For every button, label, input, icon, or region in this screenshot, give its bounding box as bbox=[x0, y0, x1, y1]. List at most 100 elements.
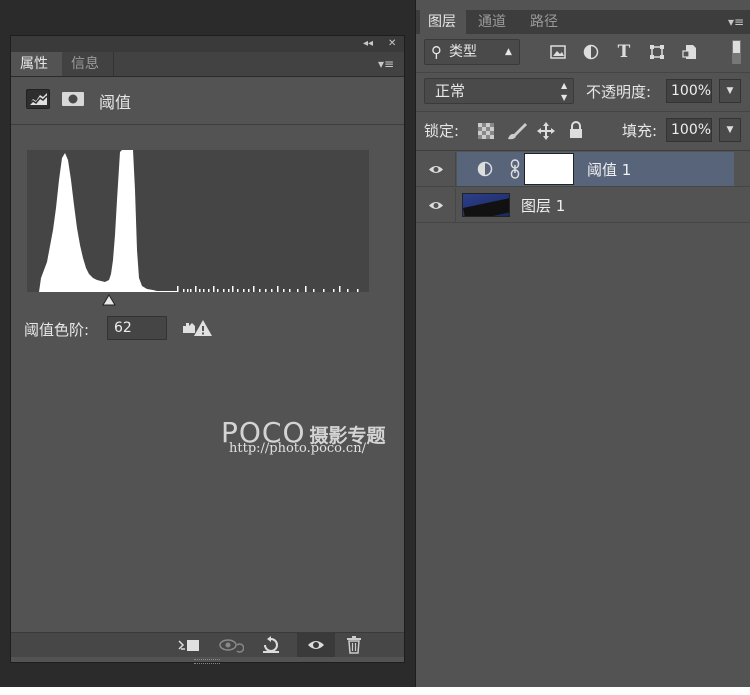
layer-filter-bar: ⚲ 类型 ▲ T bbox=[416, 34, 750, 73]
histogram-shape bbox=[39, 150, 177, 292]
tab-paths[interactable]: 路径 bbox=[522, 10, 572, 34]
updown-arrow-icon: ▲ bbox=[505, 47, 512, 57]
opacity-label: 不透明度: bbox=[586, 83, 652, 101]
layer-row[interactable]: 阈值 1 bbox=[416, 152, 750, 187]
blend-bar: 正常 ▲ ▼ 不透明度: 100% ▼ bbox=[416, 73, 750, 112]
fill-input[interactable]: 100% bbox=[666, 118, 712, 142]
close-panel-button[interactable]: ✕ bbox=[388, 36, 396, 52]
properties-footer bbox=[11, 632, 404, 657]
layer-mask-icon[interactable] bbox=[61, 89, 85, 109]
panel-dock-edge bbox=[735, 0, 750, 687]
blend-mode-select[interactable]: 正常 ▲ ▼ bbox=[424, 78, 574, 104]
histogram-speckle bbox=[313, 289, 315, 292]
layers-panel: 图层 通道 路径 ▾≡ ⚲ 类型 ▲ T 正常 ▲ ▼ 不透明度: 100% ▼… bbox=[415, 0, 750, 687]
lock-all-icon[interactable] bbox=[568, 121, 584, 143]
histogram-speckle bbox=[277, 286, 279, 292]
layer-visibility-toggle[interactable] bbox=[416, 188, 456, 222]
watermark-url: http://photo.poco.cn/ bbox=[229, 441, 366, 456]
histogram-speckle bbox=[232, 286, 234, 292]
compute-histogram-warning-icon[interactable] bbox=[181, 319, 213, 341]
histogram-speckle bbox=[347, 289, 349, 292]
adjustment-title: 阈值 bbox=[99, 93, 132, 112]
layer-image-thumbnail[interactable] bbox=[462, 193, 510, 217]
reset-adjustment-button[interactable] bbox=[256, 633, 286, 657]
histogram bbox=[27, 150, 369, 292]
filter-type-icon[interactable]: T bbox=[614, 42, 634, 62]
lock-label: 锁定: bbox=[424, 122, 460, 140]
view-previous-state-button[interactable] bbox=[216, 633, 246, 657]
photoshop-workspace: ◂◂ ✕ 属性 信息 ▾≡ 阈值 阈值色阶: 62 POCO 摄影专题 http… bbox=[0, 0, 750, 687]
histogram-speckle bbox=[289, 289, 291, 292]
properties-tabbar: 属性 信息 ▾≡ bbox=[11, 52, 404, 77]
histogram-speckle bbox=[339, 286, 341, 292]
layer-name: 图层 1 bbox=[521, 197, 566, 215]
histogram-speckle bbox=[259, 289, 261, 292]
histogram-speckle bbox=[333, 289, 335, 292]
histogram-speckle bbox=[213, 286, 215, 292]
layer-main-area[interactable]: 阈值 1 bbox=[457, 152, 734, 186]
layers-tabbar: 图层 通道 路径 ▾≡ bbox=[416, 10, 750, 34]
histogram-speckle bbox=[323, 289, 325, 292]
histogram-speckle bbox=[195, 286, 197, 292]
histogram-speckle bbox=[237, 289, 239, 292]
updown-arrow-icon: ▲ ▼ bbox=[561, 81, 568, 102]
fill-label: 填充: bbox=[622, 122, 658, 140]
histogram-speckle bbox=[265, 289, 267, 292]
histogram-speckle bbox=[357, 289, 359, 292]
chain-link-icon bbox=[510, 159, 520, 179]
histogram-speckle bbox=[243, 289, 245, 292]
adjustment-layer-icon[interactable] bbox=[26, 89, 50, 109]
lock-image-pixels-icon[interactable] bbox=[506, 121, 528, 145]
layer-row[interactable]: 图层 1 bbox=[416, 188, 750, 223]
histogram-speckle bbox=[297, 289, 299, 292]
lock-position-icon[interactable] bbox=[536, 121, 556, 145]
filter-pixel-icon[interactable] bbox=[548, 43, 568, 61]
histogram-speckle bbox=[177, 286, 179, 292]
threshold-level-input[interactable] bbox=[107, 316, 167, 340]
tab-layers[interactable]: 图层 bbox=[420, 10, 466, 34]
layer-name: 阈值 1 bbox=[587, 161, 632, 179]
properties-panel: ◂◂ ✕ 属性 信息 ▾≡ 阈值 阈值色阶: 62 POCO 摄影专题 http… bbox=[10, 35, 405, 664]
filter-kind-select[interactable]: ⚲ 类型 ▲ bbox=[424, 39, 520, 65]
lock-bar: 锁定: 填充: 100% ▼ bbox=[416, 112, 750, 151]
tab-properties[interactable]: 属性 bbox=[11, 52, 62, 76]
filter-smart-object-icon[interactable] bbox=[680, 43, 700, 61]
threshold-level-label: 阈值色阶: bbox=[24, 321, 90, 339]
histogram-speckle bbox=[208, 289, 210, 292]
search-icon: ⚲ bbox=[431, 43, 442, 61]
panel-menu-icon[interactable]: ▾≡ bbox=[378, 57, 394, 71]
histogram-speckle bbox=[283, 289, 285, 292]
histogram-speckle bbox=[217, 289, 219, 292]
tab-channels[interactable]: 通道 bbox=[470, 10, 520, 34]
opacity-input[interactable]: 100% bbox=[666, 79, 712, 103]
filter-adjustment-icon[interactable] bbox=[581, 43, 601, 61]
histogram-sparse-values bbox=[177, 286, 359, 292]
filter-kind-label: 类型 bbox=[449, 44, 477, 60]
histogram-speckle bbox=[248, 289, 250, 292]
tab-info[interactable]: 信息 bbox=[62, 52, 114, 76]
panel-titlebar: ◂◂ ✕ bbox=[11, 36, 404, 52]
histogram-speckle bbox=[271, 289, 273, 292]
histogram-speckle bbox=[223, 289, 225, 292]
adjustment-layer-icon bbox=[477, 161, 493, 177]
histogram-speckle bbox=[305, 286, 307, 292]
eye-icon bbox=[428, 165, 443, 173]
toggle-visibility-button[interactable] bbox=[297, 633, 335, 657]
threshold-slider-handle[interactable] bbox=[102, 291, 116, 310]
histogram-speckle bbox=[203, 289, 205, 292]
delete-adjustment-button[interactable] bbox=[339, 633, 369, 657]
properties-header: 阈值 bbox=[11, 77, 404, 125]
layer-visibility-toggle[interactable] bbox=[416, 152, 456, 186]
lock-transparent-pixels-icon[interactable] bbox=[478, 123, 494, 143]
histogram-speckle bbox=[187, 289, 189, 292]
collapse-panel-button[interactable]: ◂◂ bbox=[363, 36, 373, 52]
histogram-speckle bbox=[190, 289, 192, 292]
eye-icon bbox=[428, 201, 443, 209]
filter-shape-icon[interactable] bbox=[647, 43, 667, 61]
histogram-speckle bbox=[183, 289, 185, 292]
blend-mode-value: 正常 bbox=[435, 82, 466, 100]
layer-mask-thumbnail[interactable] bbox=[524, 153, 574, 185]
clip-to-layer-button[interactable] bbox=[174, 633, 204, 657]
histogram-speckle bbox=[228, 289, 230, 292]
resize-grip[interactable] bbox=[194, 659, 220, 664]
